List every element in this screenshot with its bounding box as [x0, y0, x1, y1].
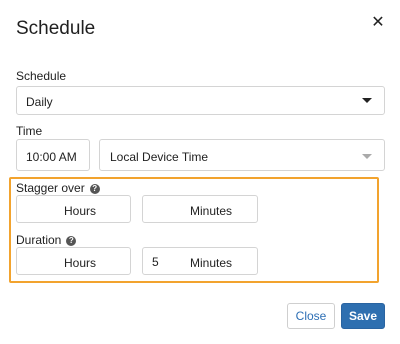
save-button[interactable]: Save	[341, 303, 385, 329]
duration-label-text: Duration	[16, 233, 62, 247]
chevron-down-icon	[362, 154, 372, 159]
timezone-select[interactable]: Local Device Time	[99, 139, 385, 171]
time-label: Time	[16, 124, 43, 138]
stagger-label: Stagger over?	[16, 181, 100, 195]
time-input-value: 10:00 AM	[26, 150, 77, 164]
schedule-label: Schedule	[16, 69, 67, 83]
help-icon[interactable]: ?	[66, 236, 77, 246]
close-icon[interactable]: ✕	[370, 15, 386, 31]
close-button[interactable]: Close	[287, 303, 335, 329]
stagger-label-text: Stagger over	[16, 181, 85, 195]
timezone-select-value: Local Device Time	[110, 150, 209, 164]
stagger-minutes-suffix: Minutes	[190, 204, 233, 218]
help-icon[interactable]: ?	[89, 184, 100, 194]
time-input[interactable]: 10:00 AM	[16, 139, 90, 171]
stagger-hours-suffix: Hours	[64, 204, 97, 218]
duration-minutes-suffix: Minutes	[190, 256, 233, 270]
stagger-minutes-input[interactable]: Minutes	[142, 195, 258, 223]
dialog-title: Schedule	[16, 18, 96, 39]
chevron-down-icon	[362, 98, 372, 103]
duration-hours-suffix: Hours	[64, 256, 97, 270]
schedule-select-value: Daily	[26, 95, 53, 109]
duration-label: Duration?	[16, 233, 77, 247]
duration-minutes-value: 5	[152, 255, 159, 269]
duration-hours-input[interactable]: Hours	[16, 247, 131, 275]
schedule-select[interactable]: Daily	[16, 86, 385, 115]
duration-minutes-input[interactable]: 5 Minutes	[142, 247, 258, 275]
stagger-hours-input[interactable]: Hours	[16, 195, 131, 223]
